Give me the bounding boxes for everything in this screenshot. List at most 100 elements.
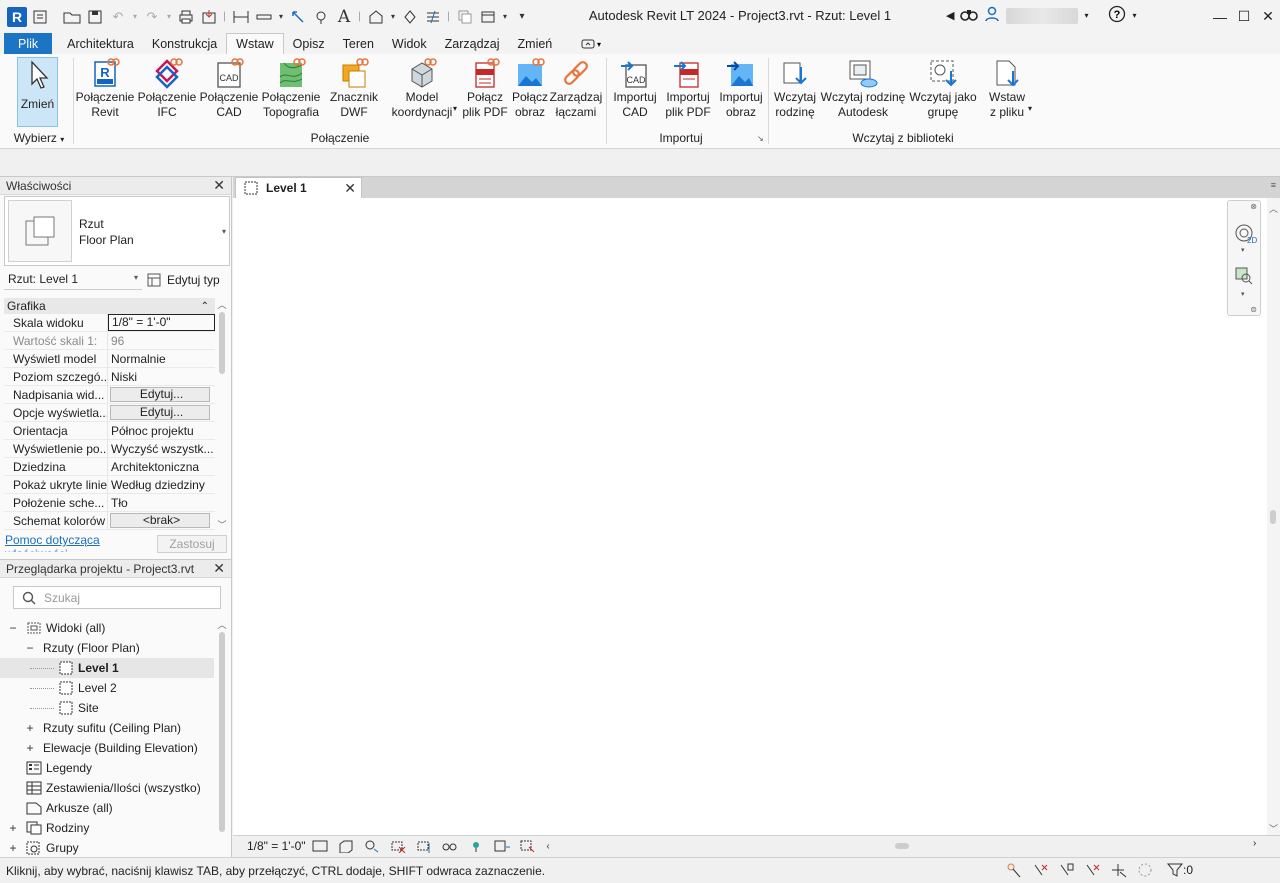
- prop-row-display-options[interactable]: Opcje wyświetla... Edytuj...: [4, 404, 215, 422]
- binoculars-icon[interactable]: [960, 7, 979, 24]
- coordination-model-button[interactable]: Model koordynacji: [388, 57, 456, 127]
- undo-icon[interactable]: ↶: [107, 6, 129, 28]
- close-icon[interactable]: ✕: [213, 560, 225, 577]
- close-hidden-windows-icon[interactable]: [454, 6, 476, 28]
- manage-links-button[interactable]: Zarządzaj łączami: [549, 57, 603, 127]
- view-scale-field[interactable]: 1/8" = 1'-0": [108, 314, 215, 331]
- crop-view-icon[interactable]: [385, 837, 411, 855]
- close-icon[interactable]: ✕: [213, 177, 225, 194]
- redo-icon[interactable]: ↷: [141, 6, 163, 28]
- tabs-menu-icon[interactable]: ≡: [1271, 180, 1276, 190]
- prop-row-view-scale[interactable]: Skala widoku 1/8" = 1'-0": [4, 314, 215, 332]
- import-cad-button[interactable]: CAD Importuj CAD: [610, 57, 660, 127]
- coordination-model-dropdown-icon[interactable]: ▾: [453, 104, 457, 113]
- link-revit-button[interactable]: R Połączenie Revit: [76, 57, 134, 127]
- sun-path-icon[interactable]: [359, 837, 385, 855]
- steering-wheel-2d-icon[interactable]: 2D: [1233, 223, 1257, 248]
- load-family-button[interactable]: Wczytaj rodzinę: [772, 57, 818, 127]
- tag-icon[interactable]: [287, 6, 309, 28]
- prop-row-show-hidden-lines[interactable]: Pokaż ukryte linie Według dziedziny: [4, 476, 215, 494]
- customize-qat-icon[interactable]: ▾: [511, 6, 533, 28]
- tab-site[interactable]: Teren: [334, 33, 383, 54]
- scroll-left-icon[interactable]: ‹: [541, 837, 555, 855]
- import-panel-launcher-icon[interactable]: ↘: [757, 134, 764, 143]
- select-by-face-icon[interactable]: [1082, 861, 1104, 879]
- detail-level-icon[interactable]: [307, 837, 333, 855]
- minimize-icon[interactable]: —: [1208, 0, 1232, 33]
- home-file-icon[interactable]: [29, 6, 51, 28]
- edit-type-button[interactable]: Edytuj typ: [147, 270, 229, 290]
- modify-button[interactable]: Zmień: [17, 57, 58, 127]
- type-dropdown-icon[interactable]: ▾: [222, 227, 226, 236]
- arrow-left-icon[interactable]: ◀: [946, 9, 954, 22]
- select-pinned-icon[interactable]: [1056, 861, 1078, 879]
- tree-node-families[interactable]: + Rodziny: [0, 818, 214, 838]
- user-icon[interactable]: [984, 6, 1000, 25]
- prop-row-orientation[interactable]: Orientacja Północ projektu: [4, 422, 215, 440]
- expand-toggle-icon[interactable]: +: [25, 721, 35, 735]
- unlock-3d-view-icon[interactable]: [437, 837, 463, 855]
- tree-node-elevations[interactable]: + Elewacje (Building Elevation): [0, 738, 214, 758]
- prop-row-visibility-overrides[interactable]: Nadpisania wid... Edytuj...: [4, 386, 215, 404]
- aligned-dimension-icon[interactable]: [253, 6, 275, 28]
- edit-button[interactable]: Edytuj...: [110, 387, 210, 402]
- drag-elements-icon[interactable]: [1108, 861, 1130, 879]
- close-icon[interactable]: ✕: [344, 180, 356, 197]
- maximize-icon[interactable]: ☐: [1232, 0, 1256, 33]
- tree-node-level-2[interactable]: Level 2: [0, 678, 214, 698]
- scroll-down-icon[interactable]: ﹀: [216, 518, 228, 531]
- measure-icon[interactable]: [230, 6, 252, 28]
- scroll-right-icon[interactable]: ›: [1253, 838, 1256, 849]
- close-icon[interactable]: ✕: [1256, 0, 1280, 33]
- tab-manage[interactable]: Zarządzaj: [436, 33, 509, 54]
- canvas-vertical-scrollbar[interactable]: ︿ ﹀: [1267, 198, 1280, 835]
- scroll-thumb[interactable]: [895, 843, 909, 849]
- tree-node-level-1[interactable]: Level 1: [0, 658, 214, 678]
- undo-dropdown-icon[interactable]: ▾: [130, 6, 140, 28]
- insert-from-file-button[interactable]: Wstaw z pliku: [982, 57, 1032, 127]
- options-icon[interactable]: ⊜: [1250, 305, 1257, 314]
- user-dropdown-icon[interactable]: ▾: [1084, 11, 1088, 20]
- graphics-group-header[interactable]: Grafika ⌃: [4, 298, 215, 314]
- detail-line-icon[interactable]: [310, 6, 332, 28]
- 3d-view-icon[interactable]: [365, 6, 387, 28]
- dimension-dropdown-icon[interactable]: ▾: [276, 6, 286, 28]
- reveal-hidden-icon[interactable]: [489, 837, 515, 855]
- browser-scrollbar[interactable]: ︿: [216, 618, 228, 858]
- prop-row-color-scheme[interactable]: Schemat kolorów <brak>: [4, 512, 215, 530]
- link-cad-button[interactable]: CAD Połączenie CAD: [200, 57, 258, 127]
- worksharing-display-icon[interactable]: [515, 837, 541, 855]
- link-ifc-button[interactable]: Połączenie IFC: [138, 57, 196, 127]
- help-icon[interactable]: ?: [1108, 5, 1126, 26]
- prop-row-display-model[interactable]: Wyświetl model Normalnie: [4, 350, 215, 368]
- background-process-icon[interactable]: [1134, 861, 1156, 879]
- select-underlay-icon[interactable]: [1030, 861, 1052, 879]
- visual-style-icon[interactable]: [333, 837, 359, 855]
- tab-structure[interactable]: Konstrukcja: [143, 33, 226, 54]
- filter-icon[interactable]: :0: [1160, 861, 1200, 879]
- scroll-thumb[interactable]: [1270, 510, 1276, 524]
- ribbon-minimize-button[interactable]: ▾: [561, 33, 610, 54]
- apply-button[interactable]: Zastosuj: [157, 535, 227, 553]
- switch-windows-dropdown-icon[interactable]: ▾: [500, 6, 510, 28]
- tree-node-legends[interactable]: Legendy: [0, 758, 214, 778]
- zoom-region-icon[interactable]: [1235, 267, 1253, 288]
- scroll-up-icon[interactable]: ︿: [216, 618, 228, 631]
- tree-node-ceiling-plans[interactable]: + Rzuty sufitu (Ceiling Plan): [0, 718, 214, 738]
- wheel-dropdown-icon[interactable]: ▾: [1241, 246, 1245, 254]
- redo-dropdown-icon[interactable]: ▾: [164, 6, 174, 28]
- tab-level-1[interactable]: Level 1 ✕: [235, 177, 362, 198]
- load-as-group-button[interactable]: Wczytaj jako grupę: [908, 57, 978, 127]
- help-dropdown-icon[interactable]: ▾: [1132, 11, 1136, 20]
- prop-row-color-scheme-location[interactable]: Położenie sche... Tło: [4, 494, 215, 512]
- expand-toggle-icon[interactable]: +: [8, 821, 18, 835]
- open-folder-icon[interactable]: [61, 6, 83, 28]
- tree-node-groups[interactable]: + Grupy: [0, 838, 214, 858]
- prop-row-discipline[interactable]: Dziedzina Architektoniczna: [4, 458, 215, 476]
- properties-help-link[interactable]: Pomoc dotycząca właściwości: [5, 533, 115, 552]
- color-scheme-button[interactable]: <brak>: [110, 513, 210, 528]
- prop-row-wall-join-display[interactable]: Wyświetlenie po... Wyczyść wszystk...: [4, 440, 215, 458]
- edit-button[interactable]: Edytuj...: [110, 405, 210, 420]
- browser-search-input[interactable]: Szukaj: [13, 586, 221, 609]
- collapse-toggle-icon[interactable]: −: [8, 621, 18, 635]
